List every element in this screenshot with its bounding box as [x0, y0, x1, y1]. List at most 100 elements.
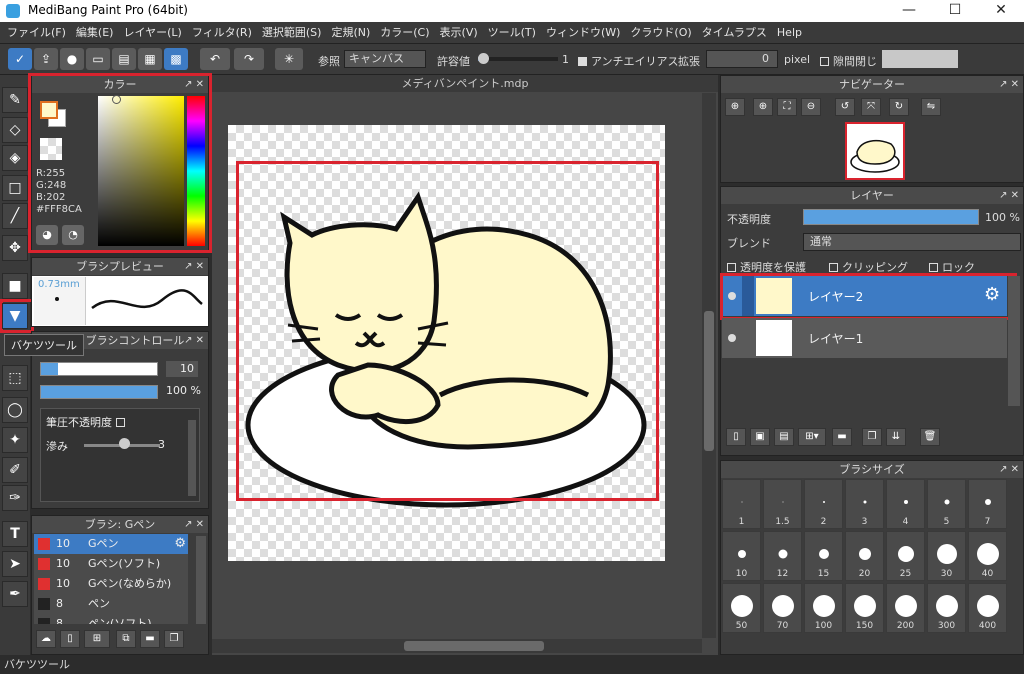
blur-slider-handle[interactable] [119, 438, 130, 449]
reference-select[interactable]: キャンバス [344, 50, 426, 68]
brush-size-cell[interactable]: 2 [804, 479, 843, 529]
menu-help[interactable]: Help [772, 22, 807, 44]
horizontal-scrollbar[interactable] [212, 639, 702, 653]
brush-size-cell[interactable]: 1 [722, 479, 761, 529]
tolerance-slider-handle[interactable] [478, 53, 489, 64]
reset-view-icon[interactable]: ⤧ [861, 98, 881, 116]
copy-brush-icon[interactable]: ⧉ [116, 630, 136, 648]
add-brush-icon[interactable]: ⊞ [84, 630, 110, 648]
layer-opacity-bar[interactable] [803, 209, 979, 225]
new-layer-8bit-icon[interactable]: ▣ [750, 428, 770, 446]
brush-size-cell[interactable]: 400 [968, 583, 1007, 633]
layer-row[interactable]: レイヤー1 [722, 318, 1007, 358]
close-button[interactable]: ✕ [978, 0, 1024, 22]
brush-size-cell[interactable]: 20 [845, 531, 884, 581]
visibility-icon[interactable] [728, 334, 736, 342]
expand-spinbox[interactable]: 0 [706, 50, 778, 68]
zoom-out-icon[interactable]: ⊖ [801, 98, 821, 116]
brush-size-cell[interactable]: 50 [722, 583, 761, 633]
foreground-color-swatch[interactable] [40, 101, 58, 119]
layer-folder-icon[interactable]: ▬ [832, 428, 852, 446]
brush-options-scrollbar[interactable] [188, 420, 196, 496]
redo-icon[interactable]: ↷ [234, 48, 264, 70]
panel-pin-close-icon[interactable]: ↗ ✕ [184, 258, 204, 275]
antialias-checkbox[interactable] [578, 57, 587, 66]
vertical-scrollbar[interactable] [702, 93, 716, 638]
comment-icon[interactable]: ● [60, 48, 84, 70]
menu-view[interactable]: 表示(V) [435, 22, 483, 44]
brush-size-cell[interactable]: 15 [804, 531, 843, 581]
brush-size-cell[interactable]: 12 [763, 531, 802, 581]
menu-edit[interactable]: 編集(E) [71, 22, 119, 44]
undo-icon[interactable]: ↶ [200, 48, 230, 70]
brush-size-cell[interactable]: 30 [927, 531, 966, 581]
fill-tool-icon[interactable]: ■ [2, 273, 28, 299]
lasso-tool-icon[interactable]: ◯ [2, 397, 28, 423]
toolbar-mode-icon[interactable]: ✓ [8, 48, 32, 70]
brush-item[interactable]: 10 Gペン(ソフト) [34, 554, 188, 574]
layer-scrollbar[interactable] [1008, 276, 1020, 406]
minimize-button[interactable]: — [886, 0, 932, 22]
brush-size-cell[interactable]: 4 [886, 479, 925, 529]
brush-item[interactable]: 8 ペン(ソフト) [34, 614, 188, 624]
rotate-right-icon[interactable]: ↻ [889, 98, 909, 116]
brush-item[interactable]: 10 Gペン ⚙ [34, 534, 188, 554]
brush-size-cell[interactable]: 70 [763, 583, 802, 633]
brush-size-cell[interactable]: 5 [927, 479, 966, 529]
menu-color[interactable]: カラー(C) [375, 22, 434, 44]
bucket-tool-icon[interactable]: ▼ [2, 303, 28, 329]
add-layer-menu-icon[interactable]: ⊞▾ [798, 428, 826, 446]
brush-size-cell[interactable]: 1.5 [763, 479, 802, 529]
fit-screen-icon[interactable]: ⛶ [777, 98, 797, 116]
menu-layer[interactable]: レイヤー(L) [118, 22, 186, 44]
panel-pin-close-icon[interactable]: ↗ ✕ [184, 516, 204, 533]
menu-ruler[interactable]: 定規(N) [326, 22, 375, 44]
brush-item[interactable]: 8 ペン [34, 594, 188, 614]
dot-eraser-tool-icon[interactable]: ◈ [2, 145, 28, 171]
brush-list-scrollbar[interactable] [196, 536, 206, 624]
grid-icon[interactable]: ▩ [164, 48, 188, 70]
new-layer-icon[interactable]: ▯ [726, 428, 746, 446]
panel-pin-close-icon[interactable]: ↗ ✕ [999, 187, 1019, 204]
menu-select[interactable]: 選択範囲(S) [257, 22, 327, 44]
delete-layer-icon[interactable]: 🗑 [920, 428, 940, 446]
shape-tool-icon[interactable]: □ [2, 175, 28, 201]
eyedropper-tool-icon[interactable]: ✒ [2, 581, 28, 607]
operation-tool-icon[interactable]: ➤ [2, 551, 28, 577]
brush-size-cell[interactable]: 10 [722, 531, 761, 581]
menu-window[interactable]: ウィンドウ(W) [541, 22, 625, 44]
rotate-left-icon[interactable]: ↺ [835, 98, 855, 116]
magic-wand-tool-icon[interactable]: ✦ [2, 427, 28, 453]
canvas-tab[interactable]: メディバンペイント.mdp [212, 75, 718, 92]
tolerance-slider-track[interactable] [478, 57, 558, 61]
brush-size-bar[interactable] [40, 362, 158, 376]
text-tool-icon[interactable]: T [2, 521, 28, 547]
pressure-opacity-checkbox[interactable] [115, 418, 125, 427]
panel-pin-close-icon[interactable]: ↗ ✕ [999, 461, 1019, 478]
panel-pin-close-icon[interactable]: ↗ ✕ [184, 332, 204, 349]
menu-tool[interactable]: ツール(T) [483, 22, 541, 44]
duplicate-layer-icon[interactable]: ❐ [862, 428, 882, 446]
brush-size-cell[interactable]: 40 [968, 531, 1007, 581]
new-brush-icon[interactable]: ▯ [60, 630, 80, 648]
zoom-fit-icon[interactable]: ⊕ [725, 98, 745, 116]
layout-icon[interactable]: ▦ [138, 48, 162, 70]
clipping-checkbox[interactable] [829, 263, 838, 272]
brush-size-cell[interactable]: 7 [968, 479, 1007, 529]
flip-icon[interactable]: ⇋ [921, 98, 941, 116]
gap-close-level[interactable] [882, 50, 958, 68]
merge-layer-icon[interactable]: ⇊ [886, 428, 906, 446]
menu-filter[interactable]: フィルタ(R) [187, 22, 257, 44]
navigator-thumbnail[interactable] [845, 122, 905, 180]
brush-size-cell[interactable]: 200 [886, 583, 925, 633]
brush-size-cell[interactable]: 25 [886, 531, 925, 581]
move-tool-icon[interactable]: ✥ [2, 235, 28, 261]
gap-close-checkbox[interactable] [820, 57, 829, 66]
folder-icon[interactable]: ▬ [140, 630, 160, 648]
panel-pin-close-icon[interactable]: ↗ ✕ [999, 76, 1019, 93]
select-eraser-tool-icon[interactable]: ✑ [2, 485, 28, 511]
eraser-tool-icon[interactable]: ◇ [2, 117, 28, 143]
share-icon[interactable]: ⇪ [34, 48, 58, 70]
brush-size-cell[interactable]: 300 [927, 583, 966, 633]
brush-item[interactable]: 10 Gペン(なめらか) [34, 574, 188, 594]
